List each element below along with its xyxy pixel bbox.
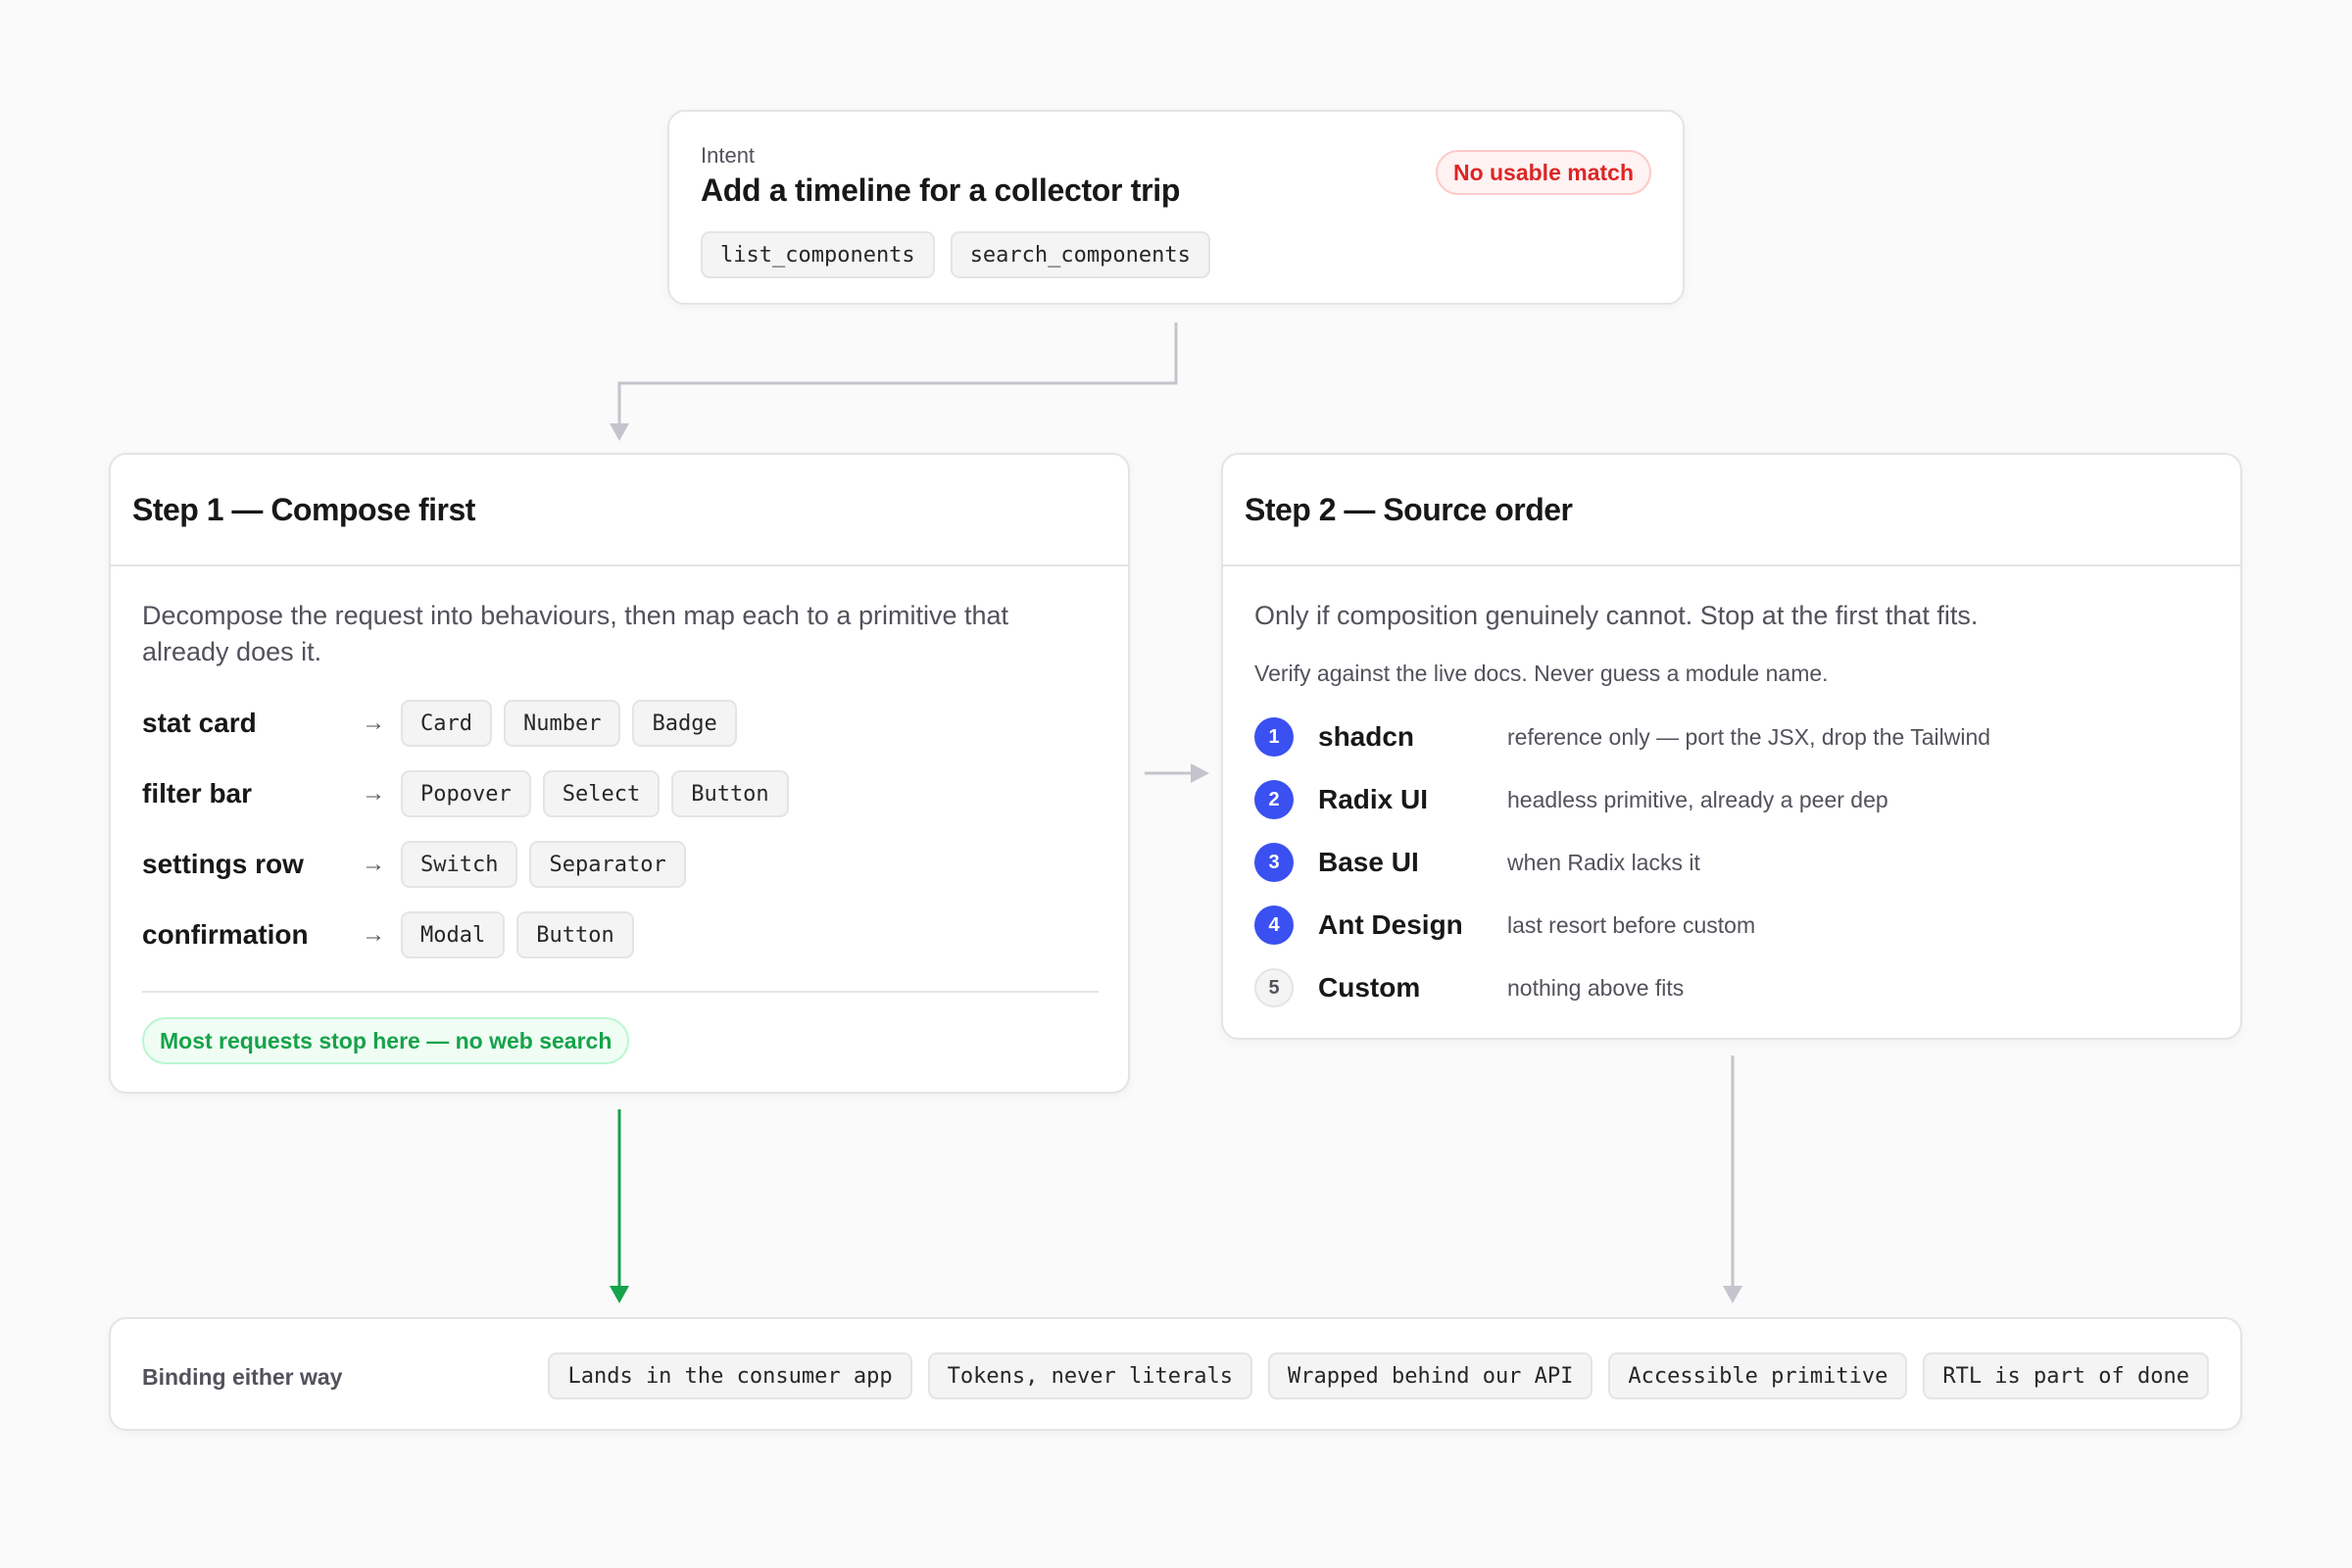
primitive-chip: Switch: [401, 841, 518, 888]
behaviour-label: filter bar: [142, 778, 253, 808]
primitive-chip: Select: [542, 770, 661, 817]
step2-title: Step 2 — Source order: [1223, 455, 2240, 566]
primitive-chip: Modal: [401, 911, 506, 958]
primitive-chip: Button: [671, 770, 789, 817]
success-badge: Most requests stop here — no web search: [142, 1017, 630, 1064]
step1-card: Step 1 — Compose first Decompose the req…: [109, 453, 1130, 1094]
source-number: 4: [1254, 906, 1294, 945]
primitive-chip: Separator: [529, 841, 686, 888]
source-row: 5 Custom nothing above fits: [1254, 968, 1684, 1007]
mapping-row: confirmation → Modal Button: [142, 911, 634, 958]
behaviour-label: settings row: [142, 849, 304, 879]
source-description: when Radix lacks it: [1507, 849, 1700, 875]
mapping-row: filter bar → Popover Select Button: [142, 770, 789, 817]
connector-intent-to-step1: [617, 322, 1178, 427]
step1-title: Step 1 — Compose first: [111, 455, 1128, 566]
intent-tools: list_components search_components: [701, 231, 1210, 278]
arrow-right-icon: →: [362, 921, 385, 948]
primitive-chip: Popover: [401, 770, 531, 817]
source-number: 2: [1254, 780, 1294, 819]
step2-card: Step 2 — Source order Only if compositio…: [1221, 453, 2242, 1040]
source-description: headless primitive, already a peer dep: [1507, 786, 1888, 812]
behaviour-label: stat card: [142, 708, 257, 738]
source-row: 1 shadcn reference only — port the JSX, …: [1254, 717, 1990, 757]
arrowhead-step1-to-bottom: [610, 1286, 629, 1303]
primitive-chip: Button: [516, 911, 634, 958]
arrow-right-icon: →: [362, 710, 385, 736]
tool-chip: search_components: [950, 231, 1210, 278]
step2-description: Only if composition genuinely cannot. St…: [1254, 601, 1979, 630]
source-description: reference only — port the JSX, drop the …: [1507, 723, 1991, 750]
primitive-chip: Number: [503, 700, 621, 747]
arrow-right-icon: →: [362, 780, 385, 807]
arrowhead-intent-to-step1: [610, 423, 629, 441]
step1-description: Decompose the request into behaviours, t…: [142, 601, 1008, 666]
intent-title: Add a timeline for a collector trip: [701, 172, 1181, 208]
tool-chip: list_components: [701, 231, 935, 278]
intent-eyebrow: Intent: [701, 143, 756, 168]
source-row: 2 Radix UI headless primitive, already a…: [1254, 780, 1888, 819]
source-number: 1: [1254, 717, 1294, 757]
binding-rules: Lands in the consumer app Tokens, never …: [548, 1352, 2209, 1399]
no-match-badge: No usable match: [1435, 150, 1651, 195]
binding-card: Binding either way Lands in the consumer…: [109, 1317, 2242, 1431]
binding-label: Binding either way: [142, 1364, 343, 1390]
mapping-row: stat card → Card Number Badge: [142, 700, 737, 747]
source-description: nothing above fits: [1507, 974, 1685, 1001]
source-description: last resort before custom: [1507, 911, 1756, 938]
source-number: 3: [1254, 843, 1294, 882]
source-name: shadcn: [1318, 721, 1415, 752]
arrowhead-step2-to-bottom: [1723, 1286, 1742, 1303]
source-row: 4 Ant Design last resort before custom: [1254, 906, 1755, 945]
divider: [142, 991, 1099, 993]
source-number: 5: [1254, 968, 1294, 1007]
primitive-chip: Badge: [632, 700, 737, 747]
source-name: Base UI: [1318, 847, 1419, 877]
arrowhead-step1-to-step2: [1191, 763, 1209, 783]
source-name: Ant Design: [1318, 909, 1463, 940]
rule-chip: Accessible primitive: [1608, 1352, 1908, 1399]
arrow-right-icon: →: [362, 851, 385, 877]
source-row: 3 Base UI when Radix lacks it: [1254, 843, 1700, 882]
rule-chip: Wrapped behind our API: [1268, 1352, 1593, 1399]
primitive-chip: Card: [401, 700, 492, 747]
rule-chip: Tokens, never literals: [927, 1352, 1253, 1399]
source-name: Radix UI: [1318, 784, 1429, 814]
mapping-row: settings row → Switch Separator: [142, 841, 686, 888]
rule-chip: RTL is part of done: [1923, 1352, 2209, 1399]
source-name: Custom: [1318, 972, 1421, 1003]
rule-chip: Lands in the consumer app: [548, 1352, 912, 1399]
step2-note: Verify against the live docs. Never gues…: [1254, 661, 1829, 686]
behaviour-label: confirmation: [142, 919, 309, 950]
intent-card: Intent Add a timeline for a collector tr…: [667, 110, 1685, 305]
